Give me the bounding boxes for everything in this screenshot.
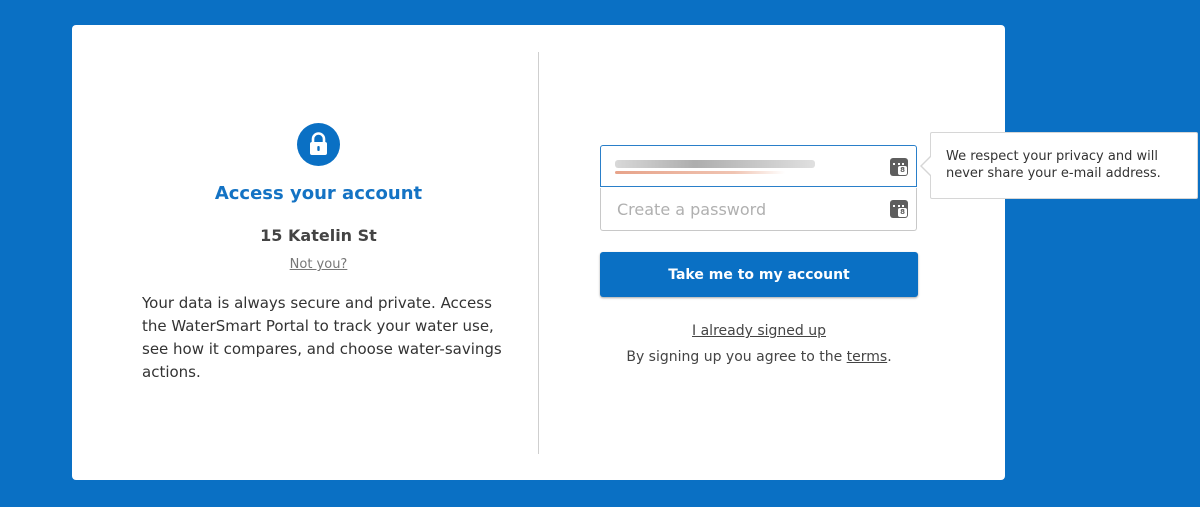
lock-icon <box>297 123 340 166</box>
account-description: Your data is always secure and private. … <box>142 294 502 381</box>
terms-notice: By signing up you agree to the terms. <box>600 349 918 365</box>
email-field[interactable]: 8 <box>600 145 917 187</box>
terms-suffix: . <box>887 349 892 365</box>
already-signed-up-link[interactable]: I already signed up <box>600 323 918 339</box>
terms-prefix: By signing up you agree to the <box>626 349 847 365</box>
password-input[interactable] <box>601 188 881 230</box>
not-you-link[interactable]: Not you? <box>72 257 565 272</box>
submit-button[interactable]: Take me to my account <box>600 252 918 297</box>
redacted-email-underline <box>615 171 785 174</box>
account-address: 15 Katelin St <box>260 226 377 245</box>
password-field[interactable]: 8 <box>600 188 917 231</box>
login-card: Access your account 15 Katelin St Not yo… <box>72 25 1005 480</box>
password-manager-icon[interactable]: 8 <box>890 158 908 176</box>
terms-link[interactable]: terms <box>847 349 888 365</box>
page-title: Access your account <box>214 183 423 204</box>
redacted-email <box>615 160 815 168</box>
panel-divider <box>538 52 539 454</box>
password-manager-icon[interactable]: 8 <box>890 200 908 218</box>
privacy-tooltip: We respect your privacy and will never s… <box>920 132 1198 199</box>
